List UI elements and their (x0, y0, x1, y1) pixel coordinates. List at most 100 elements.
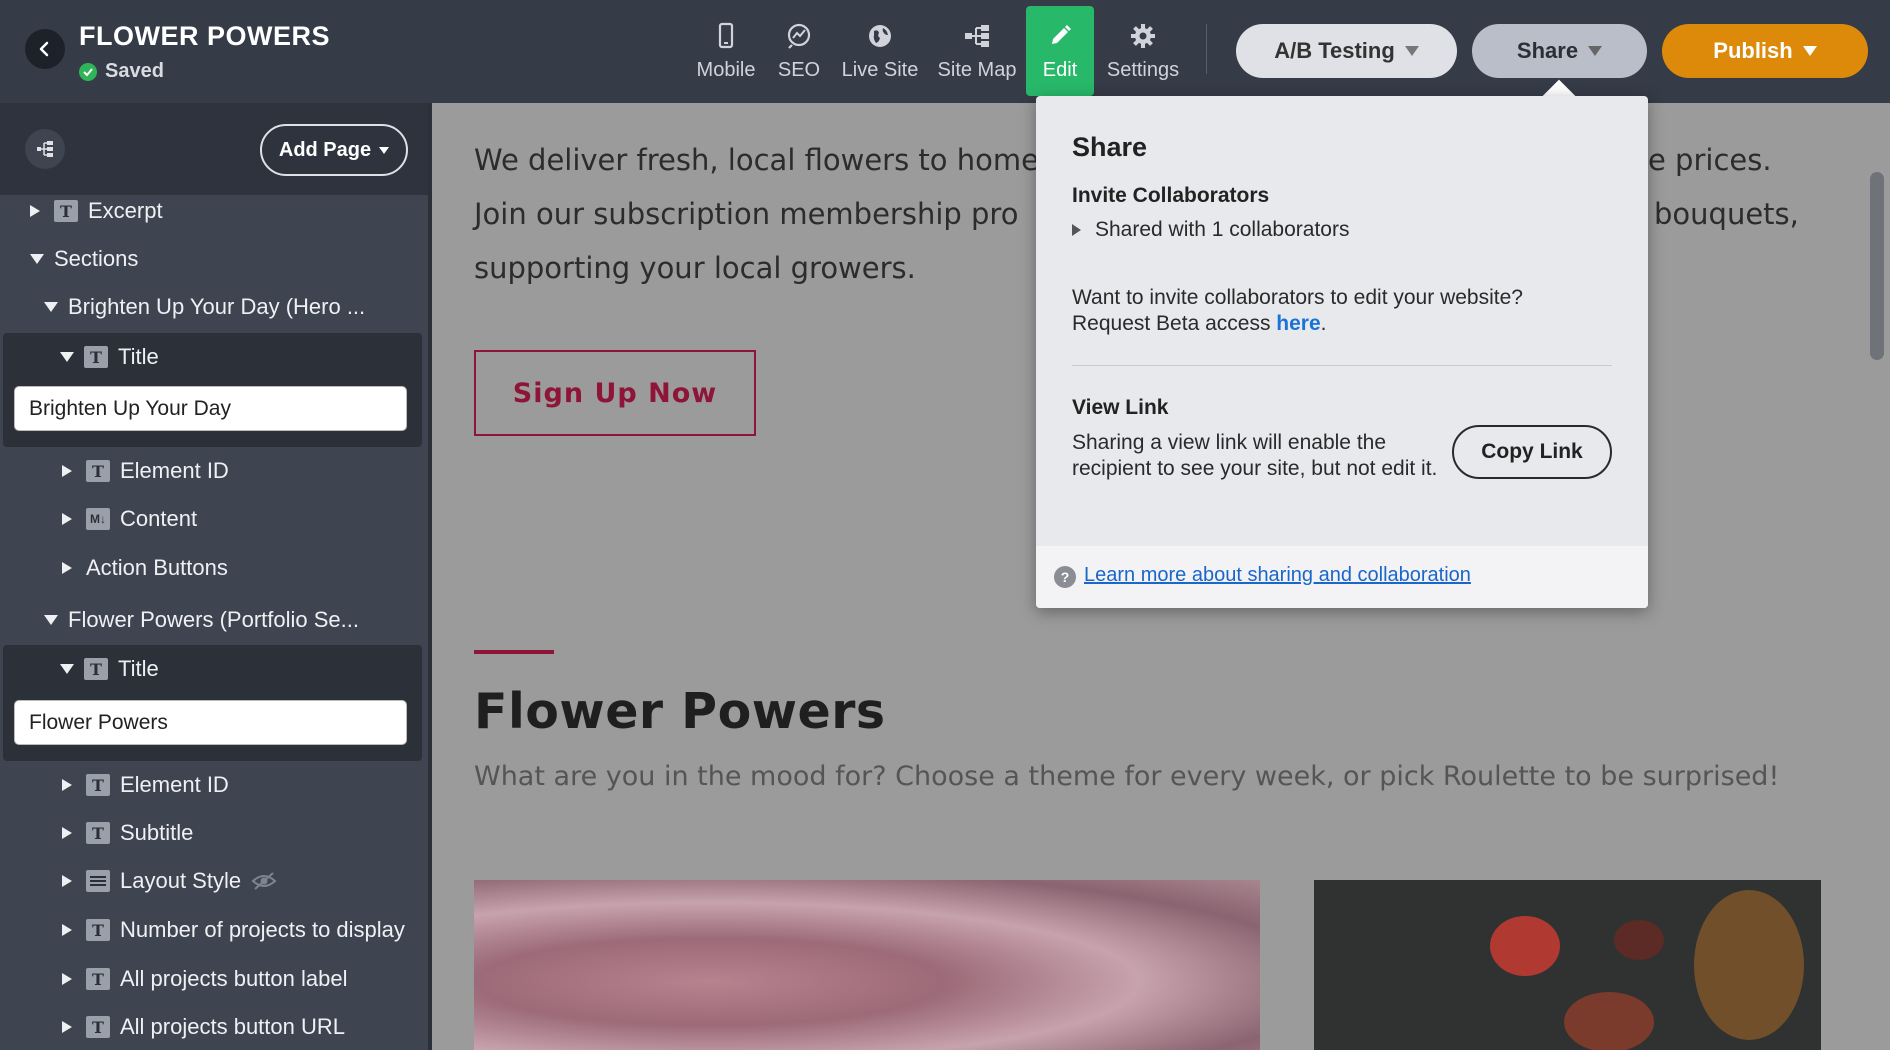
sidebar: Add Page T Excerpt Sections Brighten Up … (0, 103, 428, 1050)
share-label: Share (1516, 38, 1579, 63)
portfolio-title-input[interactable]: Flower Powers (14, 700, 407, 745)
check-icon (79, 62, 97, 81)
view-link-text: Sharing a view link will enable the reci… (1072, 431, 1438, 480)
publish-label: Publish (1713, 38, 1793, 63)
sidebar-item-element-id[interactable]: T Element ID (62, 765, 229, 805)
sidebar-item-all-projects-url[interactable]: T All projects button URL (62, 1007, 345, 1047)
back-button[interactable] (25, 29, 65, 69)
popover-divider (1072, 365, 1612, 366)
page-scrollbar[interactable] (1870, 172, 1884, 360)
publish-button[interactable]: Publish (1662, 24, 1868, 78)
expand-icon (62, 513, 72, 525)
sidebar-item-label: Action Buttons (86, 555, 228, 580)
sidebar-item-hero-section[interactable]: Brighten Up Your Day (Hero ... (44, 287, 365, 327)
list-type-icon (86, 870, 110, 892)
expand-icon (62, 1021, 72, 1033)
edit-button[interactable]: Edit (1026, 6, 1094, 96)
shared-with-label: Shared with 1 collaborators (1095, 218, 1350, 241)
sidebar-item-content[interactable]: M↓ Content (62, 499, 197, 539)
sidebar-item-sections[interactable]: Sections (30, 239, 138, 279)
sidebar-item-label: Title (118, 656, 159, 681)
sidebar-item-action-buttons[interactable]: Action Buttons (62, 548, 228, 588)
sidebar-item-all-projects-label[interactable]: T All projects button label (62, 959, 347, 999)
peony-image[interactable] (474, 880, 1260, 1050)
sidebar-item-label: Title (118, 344, 159, 369)
invite-text: Want to invite collaborators to edit you… (1072, 285, 1523, 337)
hero-fragment: e prices. (1648, 143, 1772, 177)
expand-icon (1072, 224, 1081, 236)
section-subtitle: What are you in the mood for? Choose a t… (474, 761, 1780, 792)
collapse-icon (60, 664, 74, 674)
caret-down-icon (1588, 46, 1603, 56)
expand-icon (62, 875, 72, 887)
popover-footer: ? Learn more about sharing and collabora… (1036, 546, 1648, 608)
mobile-button[interactable]: Mobile (694, 6, 758, 96)
sidebar-item-excerpt[interactable]: T Excerpt (30, 191, 163, 231)
seo-button[interactable]: SEO (773, 6, 825, 96)
expand-icon (62, 465, 72, 477)
text-type-icon: T (86, 1016, 110, 1038)
text-type-icon: T (86, 968, 110, 990)
sidebar-item-title[interactable]: T Title (60, 649, 159, 689)
share-popover-title: Share (1072, 132, 1148, 162)
sidebar-item-number-of-projects[interactable]: T Number of projects to display (62, 910, 405, 950)
hidden-eye-icon[interactable] (251, 870, 277, 892)
add-page-label: Add Page (278, 138, 372, 161)
ab-testing-button[interactable]: A/B Testing (1236, 24, 1457, 78)
invite-heading: Invite Collaborators (1072, 184, 1270, 207)
sidebar-item-label: Flower Powers (Portfolio Se... (68, 607, 359, 632)
dried-flowers-image[interactable] (1314, 880, 1821, 1050)
invite-text-line: Request Beta access here. (1072, 311, 1523, 337)
sidebar-item-label: All projects button URL (120, 1014, 345, 1039)
caret-down-icon (1802, 46, 1817, 56)
sidebar-item-label: Sections (54, 246, 139, 271)
add-page-button[interactable]: Add Page (260, 124, 408, 176)
hero-title-input[interactable]: Brighten Up Your Day (14, 386, 407, 431)
toolbar-divider (1206, 24, 1207, 74)
collapse-icon (44, 302, 58, 312)
sidebar-item-label: Number of projects to display (120, 917, 405, 942)
settings-button[interactable]: Settings (1102, 6, 1184, 96)
shared-with-toggle[interactable]: Shared with 1 collaborators (1072, 218, 1349, 242)
sidebar-item-subtitle[interactable]: T Subtitle (62, 813, 193, 853)
sitemap-icon (965, 24, 989, 47)
section-accent-line (474, 650, 554, 654)
caret-down-icon (1404, 46, 1419, 56)
sidebar-item-label: Subtitle (120, 820, 194, 845)
text-type-icon: T (84, 346, 108, 368)
sidebar-item-portfolio-section[interactable]: Flower Powers (Portfolio Se... (44, 600, 359, 640)
mobile-icon (718, 22, 734, 48)
expand-icon (62, 924, 72, 936)
signup-button[interactable]: Sign Up Now (474, 350, 756, 436)
save-status-label: Saved (105, 60, 164, 82)
expand-icon (62, 779, 72, 791)
ab-testing-label: A/B Testing (1274, 38, 1395, 63)
learn-more-link[interactable]: Learn more about sharing and collaborati… (1084, 564, 1471, 587)
text-type-icon: T (54, 200, 78, 222)
sidebar-item-layout-style[interactable]: Layout Style (62, 861, 277, 901)
request-beta-link[interactable]: here (1276, 312, 1320, 335)
tree-toggle-button[interactable] (25, 129, 65, 169)
share-button[interactable]: Share (1472, 24, 1647, 78)
sidebar-item-label: Content (120, 506, 198, 531)
sidebar-header: Add Page (0, 103, 428, 195)
sidebar-item-label: Brighten Up Your Day (Hero ... (68, 294, 366, 319)
collapse-icon (60, 352, 74, 362)
site-map-button[interactable]: Site Map (934, 6, 1020, 96)
chevron-left-icon (39, 41, 49, 57)
sidebar-item-element-id[interactable]: T Element ID (62, 451, 229, 491)
expand-icon (30, 205, 40, 217)
section-title: Flower Powers (474, 683, 886, 740)
pencil-icon (1052, 24, 1071, 44)
seo-label: SEO (777, 58, 821, 81)
tree-icon (37, 141, 53, 157)
invite-text-line: Want to invite collaborators to edit you… (1072, 286, 1523, 309)
text-type-icon: T (86, 774, 110, 796)
sidebar-item-title[interactable]: T Title (60, 337, 159, 377)
invite-text-suffix: . (1320, 312, 1327, 335)
live-site-button[interactable]: Live Site (838, 6, 922, 96)
expand-icon (62, 973, 72, 985)
help-icon: ? (1054, 566, 1076, 588)
sidebar-item-label: Element ID (120, 772, 229, 797)
copy-link-button[interactable]: Copy Link (1452, 425, 1612, 479)
